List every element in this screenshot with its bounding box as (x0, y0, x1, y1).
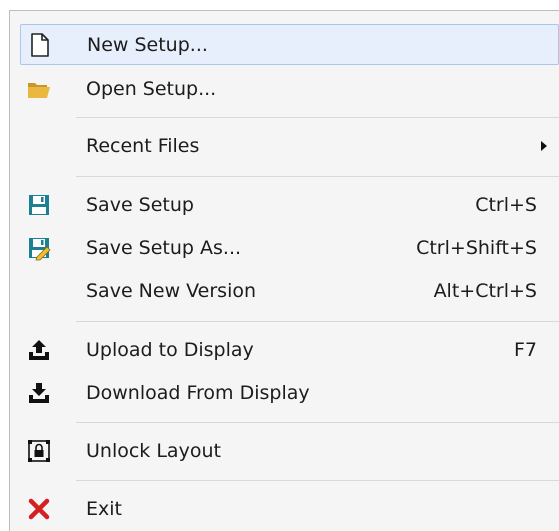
menu-item-save-setup[interactable]: Save Setup Ctrl+S (20, 184, 559, 225)
menu-item-shortcut: Ctrl+S (475, 193, 537, 216)
folder-open-icon (26, 76, 52, 102)
menu-item-save-new-version[interactable]: Save New Version Alt+Ctrl+S (20, 270, 559, 311)
menu-item-shortcut: Alt+Ctrl+S (433, 279, 537, 302)
upload-icon (26, 337, 52, 363)
file-menu: New Setup... Open Setup... Recent Files … (9, 10, 559, 531)
menu-item-save-setup-as[interactable]: Save Setup As... Ctrl+Shift+S (20, 227, 559, 268)
menu-item-label: Upload to Display (86, 338, 254, 361)
save-as-icon (26, 235, 52, 261)
menu-item-download-from-display[interactable]: Download From Display (20, 372, 559, 413)
menu-item-unlock-layout[interactable]: Unlock Layout (20, 430, 559, 471)
menu-item-label: Download From Display (86, 381, 310, 404)
menu-item-shortcut: F7 (513, 338, 537, 361)
menu-item-label: Save Setup As... (86, 236, 242, 259)
menu-item-new-setup[interactable]: New Setup... (20, 24, 559, 65)
exit-icon (26, 496, 52, 522)
menu-separator (76, 480, 559, 481)
menu-separator (76, 422, 559, 423)
submenu-arrow-icon (541, 140, 547, 151)
menu-item-exit[interactable]: Exit (20, 488, 559, 529)
menu-item-label: New Setup... (87, 33, 208, 56)
menu-separator (76, 321, 559, 322)
new-document-icon (27, 32, 53, 58)
unlock-layout-icon (26, 438, 52, 464)
menu-item-recent-files[interactable]: Recent Files (20, 125, 559, 166)
menu-item-open-setup[interactable]: Open Setup... (20, 68, 559, 109)
menu-separator (76, 117, 559, 118)
menu-item-label: Save New Version (86, 279, 257, 302)
download-icon (26, 380, 52, 406)
menu-separator (76, 176, 559, 177)
menu-item-label: Exit (86, 497, 122, 520)
save-icon (26, 192, 52, 218)
menu-item-label: Save Setup (86, 193, 194, 216)
menu-item-shortcut: Ctrl+Shift+S (416, 236, 537, 259)
menu-item-label: Recent Files (86, 134, 200, 157)
menu-item-label: Unlock Layout (86, 439, 221, 462)
menu-item-label: Open Setup... (86, 77, 217, 100)
menu-item-upload-to-display[interactable]: Upload to Display F7 (20, 329, 559, 370)
